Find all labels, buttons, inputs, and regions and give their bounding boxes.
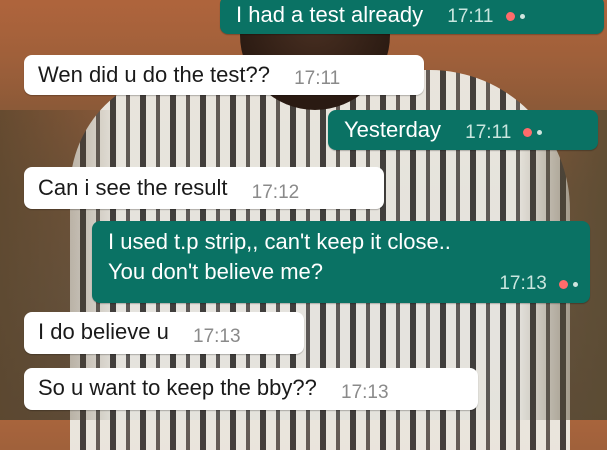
message-text: I had a test already: [236, 2, 424, 27]
message-text: So u want to keep the bby??: [38, 375, 317, 400]
message-text: I do believe u: [38, 319, 169, 344]
message-bubble-outgoing[interactable]: I used t.p strip,, can't keep it close..…: [92, 221, 590, 303]
message-timestamp: 17:11: [294, 68, 341, 89]
message-timestamp: 17:13: [499, 273, 547, 294]
message-timestamp: 17:12: [251, 182, 300, 203]
message-bubble-incoming[interactable]: So u want to keep the bby?? 17:13: [24, 368, 478, 410]
message-timestamp: 17:13: [193, 326, 241, 347]
message-bubble-incoming[interactable]: Wen did u do the test?? 17:11: [24, 55, 424, 95]
message-text-line: You don't believe me?: [108, 259, 323, 284]
message-timestamp: 17:11: [465, 122, 512, 143]
message-text: Yesterday: [344, 117, 442, 142]
message-text: Can i see the result: [38, 175, 228, 200]
message-bubble-incoming[interactable]: I do believe u 17:13: [24, 312, 304, 354]
message-text-line: I used t.p strip,, can't keep it close..: [108, 229, 451, 254]
message-bubble-outgoing[interactable]: Yesterday 17:11: [328, 110, 598, 150]
read-status-icon: [505, 0, 525, 30]
read-status-icon: [559, 268, 578, 298]
message-bubble-outgoing[interactable]: I had a test already 17:11: [220, 0, 604, 34]
message-timestamp: 17:13: [341, 382, 389, 403]
read-status-icon: [523, 116, 543, 146]
message-timestamp: 17:11: [447, 6, 494, 27]
message-bubble-incoming[interactable]: Can i see the result 17:12: [24, 167, 384, 209]
message-text: Wen did u do the test??: [38, 62, 270, 87]
